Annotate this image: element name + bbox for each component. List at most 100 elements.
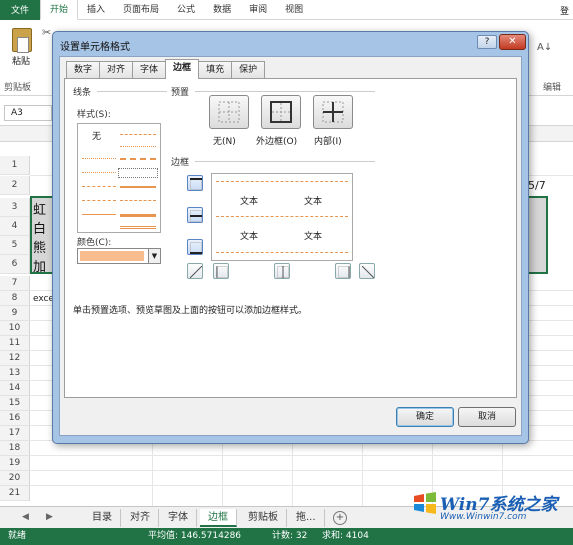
tab-font[interactable]: 字体 bbox=[132, 61, 167, 79]
row-header[interactable]: 14 bbox=[0, 381, 30, 396]
line-style-option[interactable] bbox=[82, 158, 116, 159]
windows-logo-icon bbox=[414, 492, 436, 514]
line-style-option[interactable] bbox=[120, 186, 156, 188]
sheet-tab[interactable]: 字体 bbox=[160, 509, 197, 527]
border-middle-v-button[interactable] bbox=[274, 263, 290, 279]
line-style-option[interactable] bbox=[120, 134, 156, 135]
row-header[interactable]: 4 bbox=[0, 217, 30, 236]
line-style-selected[interactable] bbox=[118, 168, 158, 178]
file-tab[interactable]: 文件 bbox=[0, 0, 40, 20]
ok-button[interactable]: 确定 bbox=[396, 407, 454, 427]
ribbon-tab-data[interactable]: 数据 bbox=[204, 0, 240, 20]
border-diagonal-up-button[interactable] bbox=[187, 263, 203, 279]
sheet-prev-arrow[interactable]: ◀ bbox=[22, 512, 29, 522]
line-style-list[interactable]: 无 bbox=[77, 123, 161, 233]
paste-label[interactable]: 粘贴 bbox=[12, 54, 30, 67]
border-top-button[interactable] bbox=[187, 175, 203, 191]
ribbon-tab-view[interactable]: 视图 bbox=[276, 0, 312, 20]
row-header[interactable]: 12 bbox=[0, 351, 30, 366]
tab-protection[interactable]: 保护 bbox=[231, 61, 266, 79]
row-header[interactable]: 13 bbox=[0, 366, 30, 381]
cell-a3[interactable]: 虹 bbox=[33, 199, 46, 218]
cell-a6[interactable]: 加 bbox=[33, 256, 46, 275]
border-bottom-button[interactable] bbox=[187, 239, 203, 255]
border-preview[interactable]: 文本 文本 文本 文本 bbox=[211, 173, 353, 261]
border-diagonal-down-button[interactable] bbox=[359, 263, 375, 279]
paste-icon[interactable] bbox=[12, 28, 32, 53]
row-header[interactable]: 5 bbox=[0, 236, 30, 255]
row-header[interactable]: 9 bbox=[0, 306, 30, 321]
diagonal-down-icon bbox=[362, 266, 374, 278]
row-header[interactable]: 18 bbox=[0, 441, 30, 456]
ribbon-tab-page-layout[interactable]: 页面布局 bbox=[114, 0, 168, 20]
row-header[interactable]: 6 bbox=[0, 255, 30, 274]
ribbon-tab-insert[interactable]: 插入 bbox=[78, 0, 114, 20]
line-style-none[interactable]: 无 bbox=[92, 129, 101, 142]
line-style-option[interactable] bbox=[120, 158, 156, 160]
help-button[interactable]: ? bbox=[477, 35, 497, 49]
cell-a5[interactable]: 熊 bbox=[33, 237, 46, 256]
border-left-button[interactable] bbox=[213, 263, 229, 279]
group-divider bbox=[195, 161, 375, 162]
row-header[interactable]: 3 bbox=[0, 198, 30, 217]
row-header[interactable]: 15 bbox=[0, 396, 30, 411]
tab-number[interactable]: 数字 bbox=[66, 61, 101, 79]
row-header[interactable]: 7 bbox=[0, 276, 30, 291]
row-header[interactable]: 11 bbox=[0, 336, 30, 351]
cut-icon[interactable]: ✂ bbox=[42, 26, 51, 39]
line-style-option[interactable] bbox=[120, 200, 156, 201]
sort-filter-icon[interactable]: A↓ bbox=[537, 42, 552, 53]
row-header[interactable]: 16 bbox=[0, 411, 30, 426]
row-header[interactable]: 21 bbox=[0, 486, 30, 501]
close-button[interactable]: ✕ bbox=[499, 34, 526, 50]
sheet-tab[interactable]: 目录 bbox=[84, 509, 121, 527]
row-header[interactable]: 1 bbox=[0, 156, 30, 175]
name-box[interactable]: A3 bbox=[4, 105, 52, 121]
cell-row2-right[interactable]: 5/7 bbox=[528, 179, 546, 192]
dialog-title: 设置单元格格式 bbox=[60, 42, 130, 53]
line-style-option[interactable] bbox=[82, 172, 116, 173]
tab-border[interactable]: 边框 bbox=[165, 59, 200, 79]
border-right-button[interactable] bbox=[335, 263, 351, 279]
row-header[interactable]: 8 bbox=[0, 291, 30, 306]
line-style-option[interactable] bbox=[82, 200, 116, 201]
cancel-button[interactable]: 取消 bbox=[458, 407, 516, 427]
login-link[interactable]: 登 bbox=[560, 4, 569, 17]
preset-outline-label: 外边框(O) bbox=[256, 137, 298, 147]
format-cells-dialog: 设置单元格格式 ? ✕ 数字 对齐 字体 边框 填充 保护 线条 样式(S): … bbox=[52, 31, 529, 444]
row-header[interactable]: 20 bbox=[0, 471, 30, 486]
line-style-option[interactable] bbox=[82, 186, 116, 187]
sheet-next-arrow[interactable]: ▶ bbox=[46, 512, 53, 522]
chevron-down-icon[interactable]: ▼ bbox=[148, 249, 160, 263]
line-style-option[interactable] bbox=[120, 146, 156, 147]
row-header[interactable]: 10 bbox=[0, 321, 30, 336]
line-color-select[interactable]: ▼ bbox=[77, 248, 161, 264]
line-style-option[interactable] bbox=[120, 214, 156, 217]
cell-a8[interactable]: exce bbox=[33, 294, 54, 304]
sheet-tab[interactable]: 拖... bbox=[288, 509, 325, 527]
hint-text: 单击预置选项、预览草图及上面的按钮可以添加边框样式。 bbox=[73, 306, 308, 316]
row-header[interactable]: 19 bbox=[0, 456, 30, 471]
sheet-tab-active[interactable]: 边框 bbox=[200, 509, 237, 527]
add-sheet-button[interactable]: + bbox=[333, 511, 347, 525]
line-style-option[interactable] bbox=[82, 214, 116, 215]
preset-outline-button[interactable] bbox=[261, 95, 301, 129]
grid-line bbox=[30, 485, 573, 486]
preset-inside-button[interactable] bbox=[313, 95, 353, 129]
line-group-title: 线条 bbox=[73, 85, 92, 98]
ribbon-tab-home[interactable]: 开始 bbox=[40, 0, 79, 20]
ribbon-tab-formulas[interactable]: 公式 bbox=[168, 0, 204, 20]
row-header[interactable]: 2 bbox=[0, 176, 30, 195]
tab-fill[interactable]: 填充 bbox=[198, 61, 233, 79]
ribbon-tab-review[interactable]: 审阅 bbox=[240, 0, 276, 20]
border-middle-h-button[interactable] bbox=[187, 207, 203, 223]
sheet-tab[interactable]: 对齐 bbox=[122, 509, 159, 527]
cell-a4[interactable]: 白 bbox=[33, 218, 46, 237]
row-header[interactable]: 17 bbox=[0, 426, 30, 441]
grid-line bbox=[30, 455, 573, 456]
tab-alignment[interactable]: 对齐 bbox=[99, 61, 134, 79]
sheet-tab[interactable]: 剪贴板 bbox=[240, 509, 287, 527]
line-style-option[interactable] bbox=[120, 226, 156, 229]
preset-none-button[interactable] bbox=[209, 95, 249, 129]
border-top-icon bbox=[190, 178, 202, 190]
